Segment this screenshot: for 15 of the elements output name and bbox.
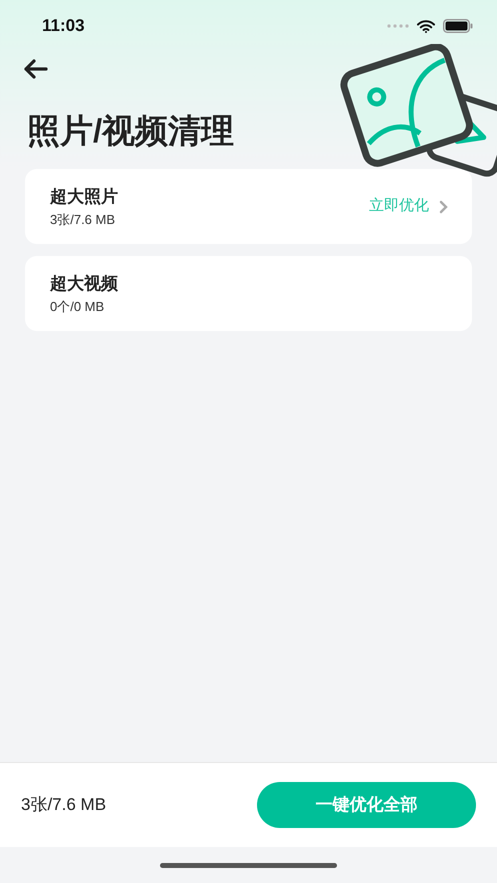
- status-time: 11:03: [42, 15, 85, 38]
- category-size: 3张/7.6 MB: [50, 210, 116, 228]
- battery-icon: [443, 19, 473, 33]
- page-title: 照片/视频清理: [27, 114, 236, 147]
- signal-icon: [387, 24, 409, 28]
- wifi-icon: [417, 20, 435, 32]
- back-arrow-icon: [22, 58, 48, 80]
- category-card[interactable]: 超大照片 3张/7.6 MB 立即优化: [25, 169, 472, 244]
- category-title: 超大照片: [50, 186, 118, 208]
- back-button[interactable]: [22, 58, 50, 80]
- category-title: 超大视频: [50, 273, 118, 295]
- category-size: 0个/0 MB: [50, 298, 106, 316]
- category-card[interactable]: 超大视频 0个/0 MB: [25, 256, 472, 331]
- total-size: 3张/7.6 MB: [21, 794, 106, 816]
- chevron-right-icon: [439, 200, 448, 214]
